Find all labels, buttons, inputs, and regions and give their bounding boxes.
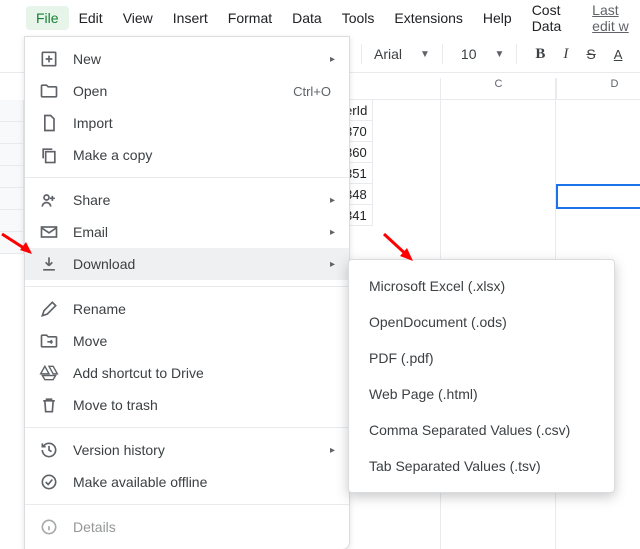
new-icon (39, 49, 59, 69)
trash-icon (39, 395, 59, 415)
font-name: Arial (374, 46, 402, 62)
chevron-right-icon: ▸ (330, 54, 335, 65)
menu-label: New (73, 51, 316, 67)
separator (25, 504, 349, 505)
menu-view[interactable]: View (113, 6, 163, 30)
menu-label: Email (73, 224, 316, 240)
col-header-c[interactable]: C (441, 78, 557, 100)
sheets-app: File Edit View Insert Format Data Tools … (0, 0, 640, 549)
menu-offline[interactable]: Make available offline (25, 466, 349, 498)
menu-new[interactable]: New ▸ (25, 43, 349, 75)
menu-insert[interactable]: Insert (163, 6, 218, 30)
bold-button[interactable]: B (529, 42, 551, 67)
menu-costdata[interactable]: Cost Data (522, 0, 586, 38)
menu-share[interactable]: Share ▸ (25, 184, 349, 216)
menu-tools[interactable]: Tools (332, 6, 385, 30)
drive-shortcut-icon (39, 363, 59, 383)
chevron-down-icon: ▼ (495, 49, 505, 60)
row-header[interactable] (0, 122, 24, 144)
menu-label: Move (73, 333, 335, 349)
font-size: 10 (461, 46, 477, 62)
separator (25, 427, 349, 428)
shortcut: Ctrl+O (293, 84, 331, 99)
menu-extensions[interactable]: Extensions (384, 6, 472, 30)
toolbar-separator (516, 44, 517, 64)
menu-move-trash[interactable]: Move to trash (25, 389, 349, 421)
menu-version-history[interactable]: Version history ▸ (25, 434, 349, 466)
download-csv[interactable]: Comma Separated Values (.csv) (349, 412, 614, 448)
download-xlsx[interactable]: Microsoft Excel (.xlsx) (349, 268, 614, 304)
strikethrough-button[interactable]: S (580, 42, 601, 66)
chevron-right-icon: ▸ (330, 445, 335, 456)
file-dropdown: New ▸ Open Ctrl+O Import Make a copy Sha… (24, 36, 350, 549)
chevron-right-icon: ▸ (330, 227, 335, 238)
offline-icon (39, 472, 59, 492)
menu-details[interactable]: Details (25, 511, 349, 543)
menu-label: Import (73, 115, 335, 131)
selected-cell[interactable] (556, 184, 640, 209)
menu-label: Open (73, 83, 279, 99)
row-headers (0, 100, 24, 254)
separator (25, 177, 349, 178)
info-icon (39, 517, 59, 537)
row-header[interactable] (0, 188, 24, 210)
copy-icon (39, 145, 59, 165)
menu-email[interactable]: Email ▸ (25, 216, 349, 248)
row-header[interactable] (0, 210, 24, 232)
download-icon (39, 254, 59, 274)
last-edit-link[interactable]: Last edit w (592, 2, 640, 34)
menu-import[interactable]: Import (25, 107, 349, 139)
menu-label: Version history (73, 442, 316, 458)
menu-label: Add shortcut to Drive (73, 365, 335, 381)
rename-icon (39, 299, 59, 319)
menu-label: Share (73, 192, 316, 208)
menu-label: Download (73, 256, 316, 272)
menu-make-copy[interactable]: Make a copy (25, 139, 349, 171)
menu-rename[interactable]: Rename (25, 293, 349, 325)
share-icon (39, 190, 59, 210)
menu-download[interactable]: Download ▸ (25, 248, 349, 280)
text-color-button[interactable]: A (608, 43, 629, 66)
download-pdf[interactable]: PDF (.pdf) (349, 340, 614, 376)
menu-label: Rename (73, 301, 335, 317)
toolbar-separator (361, 44, 362, 64)
row-header[interactable] (0, 166, 24, 188)
menu-label: Make a copy (73, 147, 335, 163)
chevron-right-icon: ▸ (330, 259, 335, 270)
row-header[interactable] (0, 232, 24, 254)
separator (25, 286, 349, 287)
menu-move[interactable]: Move (25, 325, 349, 357)
chevron-right-icon: ▸ (330, 195, 335, 206)
font-picker[interactable]: Arial ▼ (374, 46, 430, 62)
menu-label: Details (73, 519, 335, 535)
download-submenu: Microsoft Excel (.xlsx) OpenDocument (.o… (348, 259, 615, 493)
italic-button[interactable]: I (557, 42, 574, 67)
email-icon (39, 222, 59, 242)
menu-data[interactable]: Data (282, 6, 332, 30)
folder-icon (39, 81, 59, 101)
menu-help[interactable]: Help (473, 6, 522, 30)
col-header-d[interactable]: D (557, 78, 640, 100)
menu-edit[interactable]: Edit (69, 6, 113, 30)
menu-label: Make available offline (73, 474, 335, 490)
font-size-picker[interactable]: 10 ▼ (461, 46, 504, 62)
download-tsv[interactable]: Tab Separated Values (.tsv) (349, 448, 614, 484)
col-header-b-partial[interactable] (345, 78, 441, 100)
menu-add-shortcut[interactable]: Add shortcut to Drive (25, 357, 349, 389)
column-headers: C D (345, 78, 640, 100)
menu-open[interactable]: Open Ctrl+O (25, 75, 349, 107)
download-html[interactable]: Web Page (.html) (349, 376, 614, 412)
toolbar-separator (442, 44, 443, 64)
move-icon (39, 331, 59, 351)
chevron-down-icon: ▼ (420, 49, 430, 60)
file-icon (39, 113, 59, 133)
menu-format[interactable]: Format (218, 6, 282, 30)
row-header[interactable] (0, 144, 24, 166)
menu-file[interactable]: File (26, 6, 69, 30)
menubar: File Edit View Insert Format Data Tools … (0, 0, 640, 36)
history-icon (39, 440, 59, 460)
download-ods[interactable]: OpenDocument (.ods) (349, 304, 614, 340)
menu-label: Move to trash (73, 397, 335, 413)
row-header[interactable] (0, 100, 24, 122)
